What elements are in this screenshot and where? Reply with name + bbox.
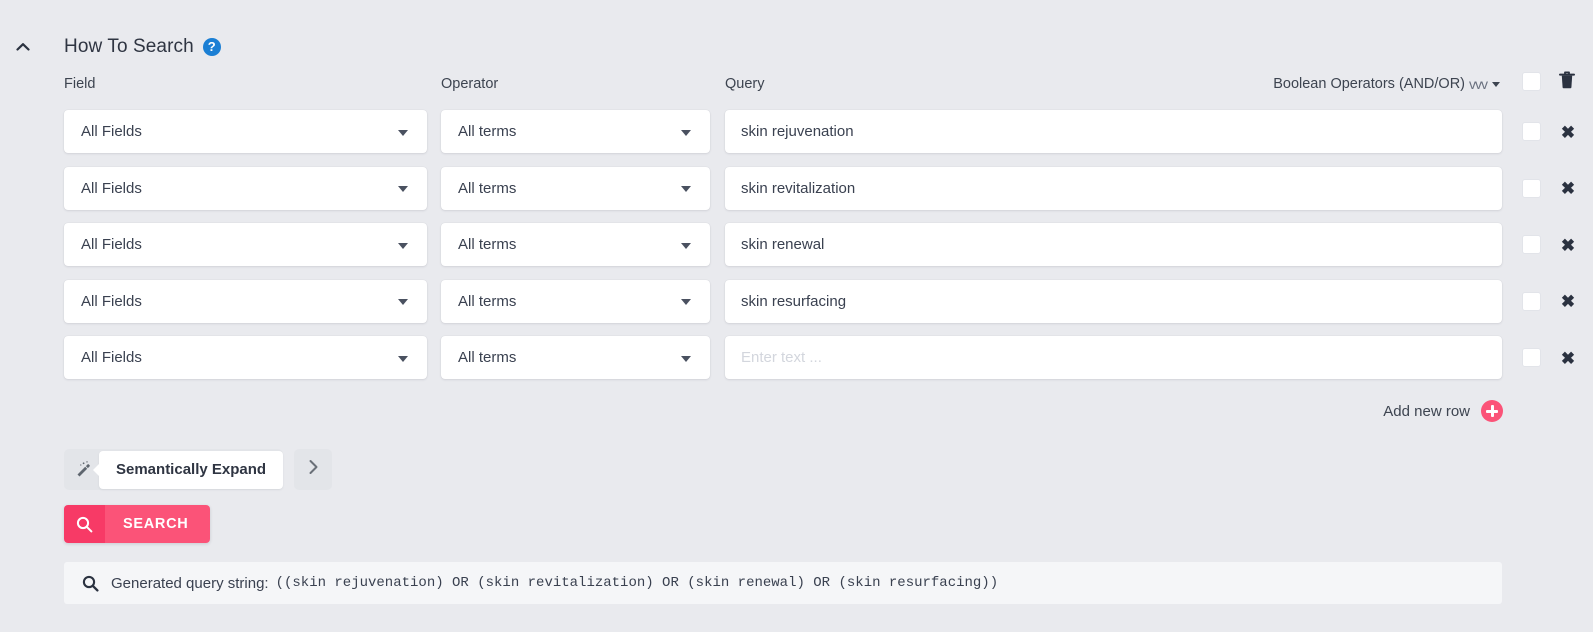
boolean-operators-label: Boolean Operators (AND/OR): [1273, 76, 1465, 92]
operator-select-2[interactable]: All terms: [441, 223, 710, 266]
remove-row-button-0[interactable]: ✖: [1557, 121, 1579, 143]
table-row: All Fields All terms skin revitalization…: [0, 166, 1593, 224]
query-input-placeholder: Enter text ...: [741, 349, 822, 366]
remove-row-button-4[interactable]: ✖: [1557, 347, 1579, 369]
remove-row-button-1[interactable]: ✖: [1557, 178, 1579, 200]
query-input-value: skin renewal: [741, 236, 825, 253]
add-new-row-button[interactable]: Add new row: [1383, 400, 1503, 422]
chevron-down-icon: [681, 299, 691, 305]
query-input-2[interactable]: skin renewal: [725, 223, 1502, 266]
column-header-operator: Operator: [441, 76, 499, 92]
search-button-label: SEARCH: [105, 505, 211, 543]
query-input-value: skin rejuvenation: [741, 123, 854, 140]
field-select-value: All Fields: [81, 123, 142, 140]
operator-select-value: All terms: [458, 292, 517, 310]
chevron-right-icon: [308, 459, 319, 480]
field-select-0[interactable]: All Fields: [64, 110, 427, 153]
row-checkbox-1[interactable]: [1522, 178, 1541, 198]
operator-select-3[interactable]: All terms: [441, 279, 710, 323]
chevron-down-icon: [398, 186, 408, 192]
boolean-operators-value: vvv: [1469, 76, 1488, 92]
column-header-field: Field: [64, 76, 96, 92]
table-row: All Fields All terms skin rejuvenation ✖: [0, 110, 1593, 167]
chevron-down-icon: [681, 186, 691, 192]
field-select-value: All Fields: [81, 349, 142, 366]
chevron-down-icon: [1492, 81, 1500, 87]
query-input-value: skin resurfacing: [741, 292, 847, 310]
panel-title-text: How To Search: [64, 36, 194, 57]
add-new-row-label: Add new row: [1383, 402, 1470, 420]
operator-select-value: All terms: [458, 349, 517, 366]
field-select-value: All Fields: [81, 292, 142, 310]
query-input-3[interactable]: skin resurfacing: [725, 279, 1502, 323]
delete-selected-button[interactable]: [1557, 71, 1577, 93]
search-button[interactable]: SEARCH: [64, 505, 211, 543]
row-checkbox-4[interactable]: [1522, 348, 1541, 367]
trash-icon: [1559, 71, 1575, 94]
field-select-4[interactable]: All Fields: [64, 336, 427, 379]
table-row: All Fields All terms skin renewal ✖: [0, 223, 1593, 280]
chevron-down-icon: [398, 355, 408, 362]
column-headers: Field Operator Query Boolean Operators (…: [0, 71, 1593, 98]
operator-select-value: All terms: [458, 123, 517, 140]
field-select-2[interactable]: All Fields: [64, 223, 427, 266]
chevron-down-icon: [681, 355, 691, 362]
semantically-expand-button[interactable]: Semantically Expand: [64, 449, 284, 490]
select-all-checkbox[interactable]: [1522, 72, 1541, 91]
operator-select-4[interactable]: All terms: [441, 336, 710, 379]
help-icon[interactable]: ?: [202, 38, 221, 56]
search-rows: All Fields All terms skin rejuvenation ✖…: [0, 110, 1593, 393]
plus-icon[interactable]: [1481, 400, 1503, 422]
remove-row-button-2[interactable]: ✖: [1557, 234, 1579, 256]
table-row: All Fields All terms Enter text ... ✖: [0, 336, 1593, 393]
field-select-value: All Fields: [81, 236, 142, 253]
column-header-query: Query: [725, 76, 765, 92]
search-icon: [82, 575, 99, 592]
query-input-value: skin revitalization: [741, 179, 856, 197]
row-checkbox-0[interactable]: [1522, 122, 1541, 141]
query-input-1[interactable]: skin revitalization: [725, 166, 1502, 210]
table-row: All Fields All terms skin resurfacing ✖: [0, 279, 1593, 337]
chevron-down-icon: [398, 242, 408, 249]
query-input-0[interactable]: skin rejuvenation: [725, 110, 1502, 153]
generated-query-bar: Generated query string: ((skin rejuvenat…: [64, 562, 1502, 604]
row-checkbox-2[interactable]: [1522, 235, 1541, 254]
boolean-operators-dropdown[interactable]: Boolean Operators (AND/OR) vvv: [1273, 76, 1500, 92]
chevron-down-icon: [398, 299, 408, 305]
field-select-value: All Fields: [81, 179, 142, 197]
chevron-down-icon: [681, 242, 691, 249]
collapse-panel-toggle[interactable]: [12, 36, 34, 58]
row-checkbox-3[interactable]: [1522, 291, 1541, 311]
search-icon: [64, 505, 105, 543]
query-input-4[interactable]: Enter text ...: [725, 336, 1502, 379]
operator-select-1[interactable]: All terms: [441, 166, 710, 210]
chevron-down-icon: [681, 129, 691, 136]
operator-select-value: All terms: [458, 179, 517, 197]
how-to-search-panel: How To Search ? Field Operator Query Boo…: [0, 0, 1593, 632]
page-title: How To Search ?: [64, 36, 221, 58]
expand-next-button[interactable]: [294, 449, 333, 490]
semantic-expand-group: Semantically Expand: [64, 449, 333, 490]
operator-select-0[interactable]: All terms: [441, 110, 710, 153]
semantically-expand-label: Semantically Expand: [92, 450, 284, 489]
generated-query-value: ((skin rejuvenation) OR (skin revitaliza…: [275, 575, 999, 591]
operator-select-value: All terms: [458, 236, 517, 253]
chevron-up-icon: [16, 42, 30, 52]
remove-row-button-3[interactable]: ✖: [1557, 291, 1579, 313]
generated-query-label: Generated query string:: [111, 574, 269, 592]
field-select-1[interactable]: All Fields: [64, 166, 427, 210]
chevron-down-icon: [398, 129, 408, 136]
field-select-3[interactable]: All Fields: [64, 279, 427, 323]
